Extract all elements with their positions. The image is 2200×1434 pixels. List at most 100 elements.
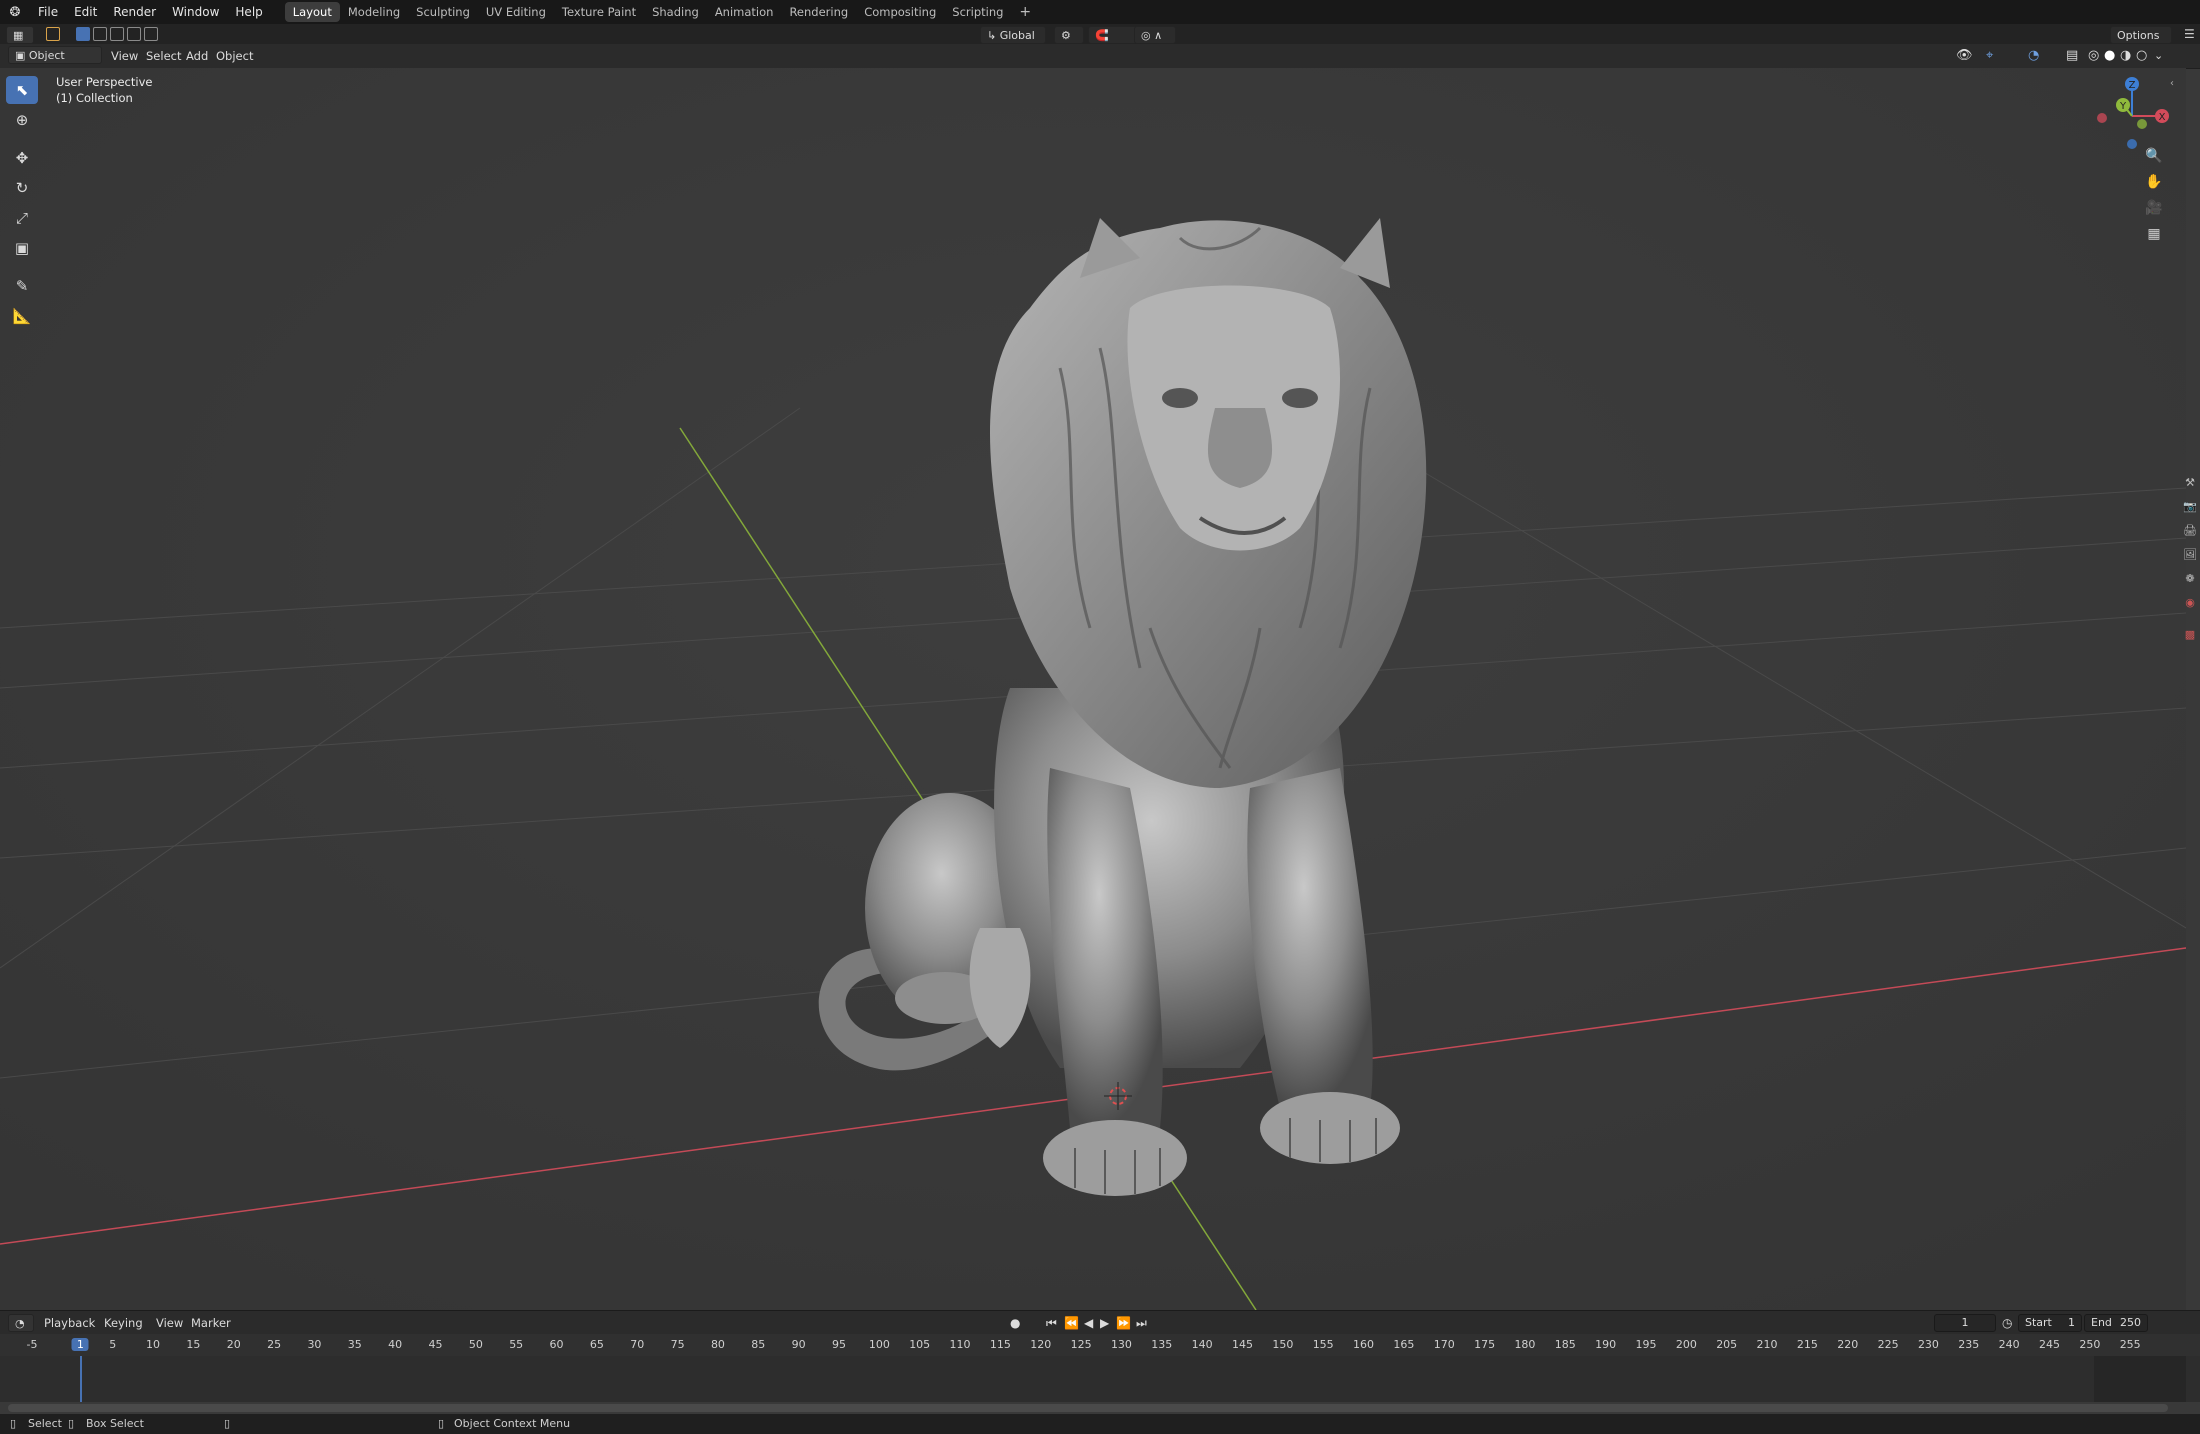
shading-solid-icon[interactable]: ●: [2104, 44, 2115, 68]
jump-start-icon[interactable]: ⏮: [1046, 1311, 1057, 1335]
sidebar-toggle-icon[interactable]: ‹: [2170, 78, 2174, 89]
menu-file[interactable]: File: [30, 0, 66, 24]
mouse-left-icon: ▯: [10, 1417, 17, 1430]
proportional-editing-button[interactable]: ◎ ∧: [1134, 26, 1176, 44]
cursor-tool-icon[interactable]: ⊕: [6, 106, 38, 134]
tab-scripting[interactable]: Scripting: [944, 2, 1011, 22]
timeline-ruler[interactable]: -5 1 5 10 15 20 25 30 35 40 45 50 55 60 65 70 75 80 85 90 95…: [0, 1334, 2200, 1356]
viewport-menu-view[interactable]: View: [111, 44, 138, 68]
tool-select-icon[interactable]: [46, 27, 60, 41]
pan-hand-icon[interactable]: ✋: [2141, 170, 2167, 194]
options-dropdown[interactable]: Options ⌄: [2110, 26, 2172, 60]
viewport-menu-object[interactable]: Object: [216, 44, 253, 68]
timeline-tick-label: 200: [1675, 1338, 1697, 1351]
perspective-toggle-icon[interactable]: ▦: [2141, 222, 2167, 246]
timeline-tick-label: 50: [468, 1338, 483, 1351]
menu-window[interactable]: Window: [164, 0, 227, 24]
rotate-tool-icon[interactable]: ↻: [6, 174, 38, 202]
shading-options-dropdown[interactable]: ⌄: [2154, 44, 2163, 68]
outliner-toggle-icon[interactable]: ☰: [2184, 27, 2195, 41]
gizmo-neg-z-icon[interactable]: [2127, 139, 2137, 149]
timeline-tick-label: 220: [1837, 1338, 1859, 1351]
timeline-menu-playback[interactable]: Playback: [44, 1311, 95, 1335]
snapping-dropdown[interactable]: 🧲: [1088, 26, 1138, 44]
timeline-body[interactable]: [0, 1356, 2200, 1402]
select-mode-intersect-icon[interactable]: [127, 27, 141, 41]
viewport-menu-add[interactable]: Add: [186, 44, 208, 68]
tab-rendering[interactable]: Rendering: [781, 2, 856, 22]
play-reverse-icon[interactable]: ◀: [1084, 1311, 1093, 1335]
tab-layout[interactable]: Layout: [284, 2, 340, 22]
timeline-scrollbar[interactable]: [8, 1404, 2168, 1412]
view-layer-properties-icon[interactable]: 🖼: [2180, 542, 2200, 566]
preview-range-icon[interactable]: ◷: [2002, 1311, 2012, 1335]
scale-tool-icon[interactable]: ⤢: [6, 204, 38, 232]
jump-end-icon[interactable]: ⏭: [1136, 1311, 1147, 1335]
select-mode-extend-icon[interactable]: [93, 27, 107, 41]
camera-view-icon[interactable]: 🎥: [2141, 196, 2167, 220]
select-box-tool-icon[interactable]: ⬉: [6, 76, 38, 104]
mode-dropdown[interactable]: ▣ Object Mode ⌄: [8, 46, 102, 80]
world-properties-icon[interactable]: ◉: [2180, 590, 2200, 614]
timeline-tick-label: 145: [1232, 1338, 1253, 1351]
blender-logo-icon[interactable]: ❂: [0, 0, 30, 24]
start-frame-field[interactable]: Start 1: [2018, 1314, 2082, 1332]
play-icon[interactable]: ▶: [1100, 1311, 1109, 1335]
navigation-gizmo[interactable]: X Z Y: [2092, 76, 2172, 156]
select-mode-subtract-icon[interactable]: [110, 27, 124, 41]
tool-properties-icon[interactable]: ⚒: [2180, 470, 2200, 494]
object-visibility-icon[interactable]: 👁: [1956, 44, 1973, 68]
select-mode-new-icon[interactable]: [76, 27, 90, 41]
shading-wireframe-icon[interactable]: ◎: [2088, 44, 2099, 68]
viewport-menu-select[interactable]: Select: [146, 44, 181, 68]
gizmo-toggle-icon[interactable]: ⌖: [1986, 44, 1993, 68]
timeline-tick-label: 40: [388, 1338, 403, 1351]
timeline-editor-type-button[interactable]: ◔: [8, 1314, 34, 1332]
tab-animation[interactable]: Animation: [707, 2, 782, 22]
menu-edit[interactable]: Edit: [66, 0, 105, 24]
overlays-toggle-icon[interactable]: ◔: [2028, 44, 2039, 68]
gizmo-neg-x-icon[interactable]: [2097, 113, 2107, 123]
menu-help[interactable]: Help: [227, 0, 270, 24]
end-frame-label: End: [2091, 1316, 2112, 1329]
annotate-tool-icon[interactable]: ✎: [6, 272, 38, 300]
add-workspace-button[interactable]: +: [1011, 4, 1039, 20]
select-mode-invert-icon[interactable]: [144, 27, 158, 41]
move-tool-icon[interactable]: ✥: [6, 144, 38, 172]
gizmo-y-label: Y: [2119, 101, 2127, 112]
shading-rendered-icon[interactable]: ○: [2136, 44, 2147, 68]
scene-properties-icon[interactable]: ❁: [2180, 566, 2200, 590]
3d-viewport[interactable]: X Z Y: [0, 68, 2186, 1310]
shading-material-icon[interactable]: ◑: [2120, 44, 2131, 68]
timeline-menu-keying[interactable]: Keying: [104, 1311, 143, 1335]
menu-render[interactable]: Render: [105, 0, 164, 24]
tab-texture-paint[interactable]: Texture Paint: [554, 2, 644, 22]
timeline-menu-marker[interactable]: Marker: [191, 1311, 231, 1335]
output-properties-icon[interactable]: 🖨: [2180, 518, 2200, 542]
transform-tool-icon[interactable]: ▣: [6, 234, 38, 262]
timeline-tick-label: 70: [630, 1338, 645, 1351]
transform-orientation-dropdown[interactable]: ↳ Global ⌄: [980, 26, 1046, 60]
end-frame-field[interactable]: End 250: [2084, 1314, 2148, 1332]
tab-modeling[interactable]: Modeling: [340, 2, 408, 22]
xray-toggle-icon[interactable]: ▤: [2066, 44, 2078, 68]
tab-sculpting[interactable]: Sculpting: [408, 2, 478, 22]
zoom-icon[interactable]: 🔍: [2141, 144, 2167, 168]
current-frame-field[interactable]: 1: [1934, 1314, 1996, 1332]
gizmo-neg-y-icon[interactable]: [2137, 119, 2147, 129]
tab-uv-editing[interactable]: UV Editing: [478, 2, 554, 22]
timeline-tick-label: 140: [1191, 1338, 1213, 1351]
timeline-menu-view[interactable]: View: [156, 1311, 183, 1335]
render-properties-icon[interactable]: 📷: [2180, 494, 2200, 518]
editor-type-button[interactable]: ▦: [6, 26, 34, 44]
auto-keying-icon[interactable]: ●: [1010, 1311, 1020, 1335]
jump-keyframe-next-icon[interactable]: ⏩: [1116, 1311, 1131, 1335]
tab-compositing[interactable]: Compositing: [856, 2, 944, 22]
texture-properties-icon[interactable]: ▩: [2180, 622, 2200, 646]
tab-shading[interactable]: Shading: [644, 2, 707, 22]
timeline-tick-label: 95: [832, 1338, 846, 1351]
jump-keyframe-prev-icon[interactable]: ⏪: [1064, 1311, 1079, 1335]
playhead-line: [80, 1356, 82, 1402]
measure-tool-icon[interactable]: 📐: [6, 302, 38, 330]
pivot-point-dropdown[interactable]: ⚙: [1054, 26, 1084, 44]
